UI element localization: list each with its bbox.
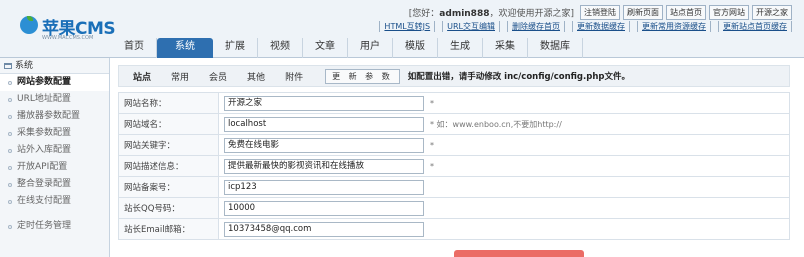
bullet-icon [8,131,12,136]
nav-tab-template[interactable]: 模版 [393,38,438,58]
form-row: 网站名称： 开源之家 * [118,92,790,114]
sidebar-item-player-config[interactable]: 播放器参数配置 [0,108,109,125]
logout-button[interactable]: 注销登陆 [580,5,620,20]
welcome-text: [您好：admin888，欢迎使用开源之家] [408,9,574,19]
header: 苹果CMS WWW.MACCMS.COM [您好：admin888，欢迎使用开源… [0,0,804,58]
nav-tab-video[interactable]: 视频 [258,38,303,58]
top-info-bar: [您好：admin888，欢迎使用开源之家] 注销登陆 刷新页面 站点首页 官方… [409,5,792,20]
sidebar-item-cron[interactable]: 定时任务管理 [0,218,109,235]
field-note: * [430,140,434,150]
bullet-icon [8,97,12,102]
quick-link-url-edit[interactable]: URL交互编辑 [442,21,500,32]
sidebar-header: 系统 [0,58,109,74]
site-home-button[interactable]: 站点首页 [666,5,706,20]
subtab-common[interactable]: 常用 [171,70,189,83]
sidebar-item-collect-config[interactable]: 采集参数配置 [0,125,109,142]
field-label: 网站关键字： [118,134,219,156]
admin-qq-input[interactable]: 10000 [224,200,424,216]
sidebar-item-payment-config[interactable]: 在线支付配置 [0,193,109,210]
sidebar: 系统 网站参数配置 URL地址配置 播放器参数配置 采集参数配置 站外入库配置 … [0,58,110,257]
form-row: 站长Email邮箱： 10373458@qq.com [118,218,790,240]
quick-link-update-home-cache[interactable]: 更新站点首页缓存 [718,21,792,32]
quick-link-update-data-cache[interactable]: 更新数据缓存 [572,21,630,32]
sidebar-item-api-config[interactable]: 开放API配置 [0,159,109,176]
form-row: 网站备案号： icp123 [118,176,790,198]
quick-link-update-resource-cache[interactable]: 更新常用资源缓存 [637,21,711,32]
main-nav: 首页 系统 扩展 视频 文章 用户 模版 生成 采集 数据库 [112,38,583,58]
bullet-icon [8,80,12,85]
nav-tab-system[interactable]: 系统 [157,38,213,58]
subtab-site[interactable]: 站点 [133,70,151,83]
field-label: 网站描述信息： [118,155,219,177]
update-params-button[interactable]: 更 新 参 数 [325,68,400,84]
form-row: 网站域名： localhost * 如：www.enboo.cn,不要加http:… [118,113,790,135]
sidebar-item-import-config[interactable]: 站外入库配置 [0,142,109,159]
logo-subtext: WWW.MACCMS.COM [42,35,94,41]
sidebar-item-site-config[interactable]: 网站参数配置 [0,74,109,91]
site-keywords-input[interactable]: 免费在线电影 [224,137,424,153]
watermark-fragment [454,250,584,257]
bullet-icon [8,165,12,170]
config-hint: 如配置出错，请手动修改 inc/config/config.php文件。 [407,72,630,82]
quick-links: HTML互转JS URL交互编辑 删除缓存首页 更新数据缓存 更新常用资源缓存 … [379,21,792,32]
bullet-icon [8,148,12,153]
form-row: 网站关键字： 免费在线电影 * [118,134,790,156]
refresh-page-button[interactable]: 刷新页面 [623,5,663,20]
bullet-icon [8,224,12,229]
site-domain-input[interactable]: localhost [224,116,424,132]
field-note: * [430,98,434,108]
site-description-input[interactable]: 提供最新最快的影视资讯和在线播放 [224,158,424,174]
sidebar-title: 系统 [15,60,34,71]
field-label: 网站备案号： [118,176,219,198]
subtab-member[interactable]: 会员 [209,70,227,83]
sidebar-item-url-config[interactable]: URL地址配置 [0,91,109,108]
content-area: 站点 常用 会员 其他 附件 更 新 参 数 如配置出错，请手动修改 inc/c… [111,58,804,257]
sub-tabs: 站点 常用 会员 其他 附件 更 新 参 数 如配置出错，请手动修改 inc/c… [118,65,790,87]
bullet-icon [8,114,12,119]
apple-logo-icon [20,16,38,34]
field-note: * 如：www.enboo.cn,不要加http:// [430,119,562,129]
subtab-other[interactable]: 其他 [247,70,265,83]
opensource-home-button[interactable]: 开源之家 [752,5,792,20]
subtab-attachment[interactable]: 附件 [285,70,303,83]
nav-tab-article[interactable]: 文章 [303,38,348,58]
official-site-button[interactable]: 官方网站 [709,5,749,20]
field-note: * [430,161,434,171]
nav-tab-database[interactable]: 数据库 [528,38,583,58]
system-icon [4,62,12,69]
nav-tab-home[interactable]: 首页 [112,38,157,58]
field-label: 网站域名： [118,113,219,135]
bullet-icon [8,182,12,187]
quick-link-html-js[interactable]: HTML互转JS [379,21,436,32]
nav-tab-extend[interactable]: 扩展 [213,38,258,58]
form-row: 站长QQ号码： 10000 [118,197,790,219]
nav-tab-user[interactable]: 用户 [348,38,393,58]
quick-link-delete-home-cache[interactable]: 删除缓存首页 [507,21,565,32]
bullet-icon [8,199,12,204]
nav-tab-generate[interactable]: 生成 [438,38,483,58]
site-name-input[interactable]: 开源之家 [224,95,424,111]
field-label: 网站名称： [118,92,219,114]
field-label: 站长QQ号码： [118,197,219,219]
icp-number-input[interactable]: icp123 [224,179,424,195]
field-label: 站长Email邮箱： [118,218,219,240]
form-row: 网站描述信息： 提供最新最快的影视资讯和在线播放 * [118,155,790,177]
config-form: 网站名称： 开源之家 * 网站域名： localhost * 如：www.enboo… [118,92,790,240]
sidebar-item-login-config[interactable]: 整合登录配置 [0,176,109,193]
admin-email-input[interactable]: 10373458@qq.com [224,221,424,237]
nav-tab-collect[interactable]: 采集 [483,38,528,58]
